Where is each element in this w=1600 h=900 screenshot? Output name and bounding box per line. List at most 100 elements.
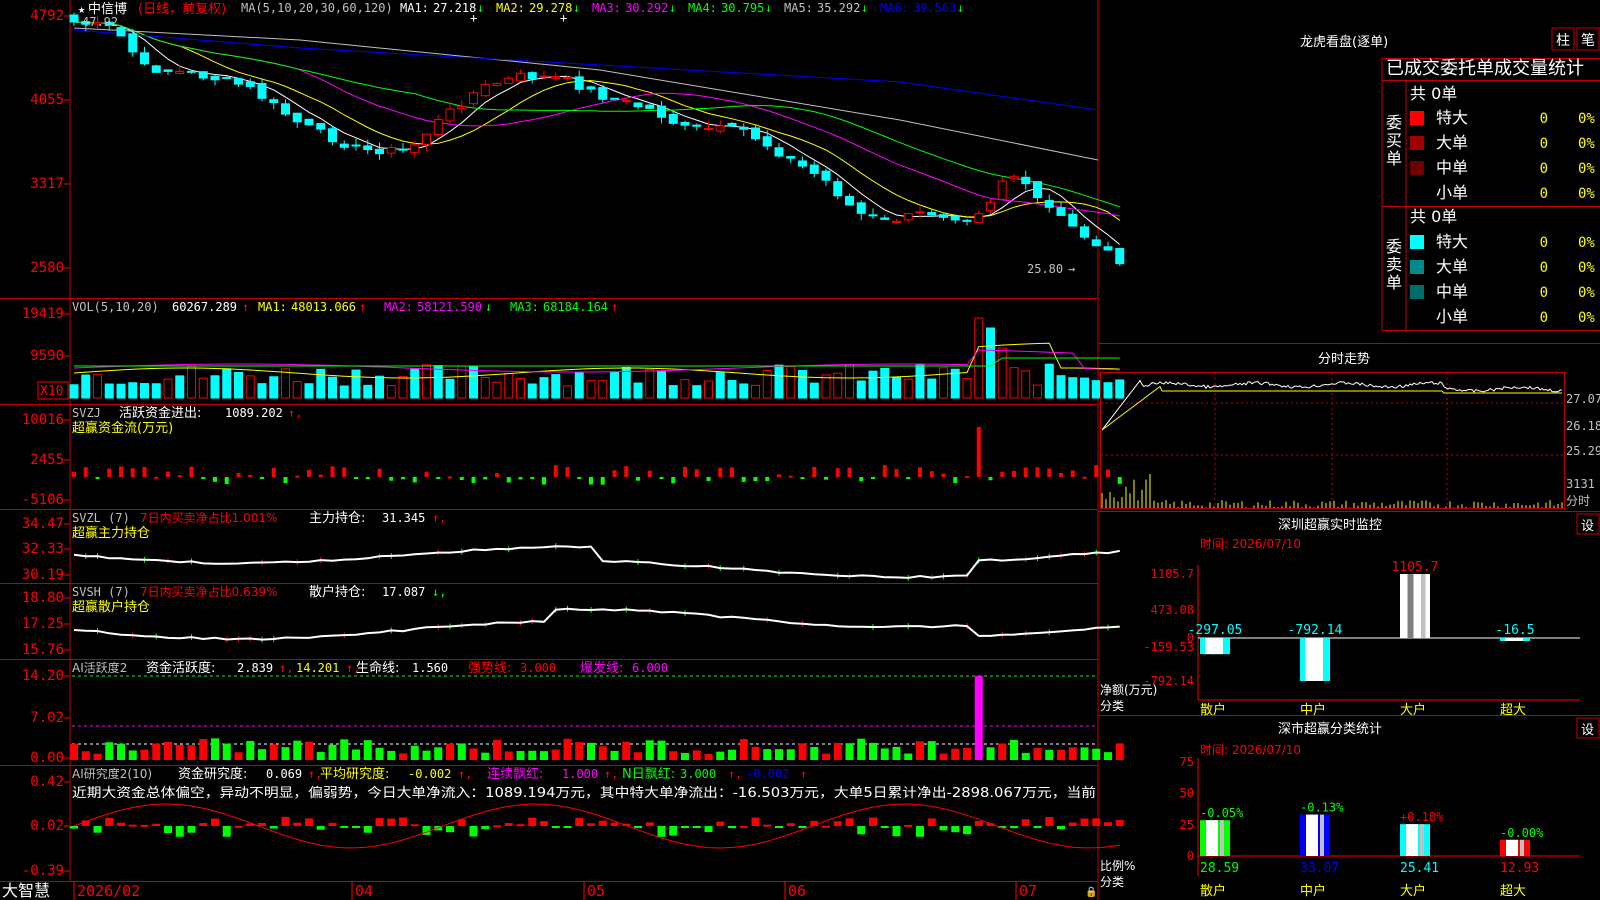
- candle: [339, 143, 349, 148]
- research-bar: [1010, 826, 1018, 829]
- flow-bar: [741, 477, 746, 482]
- sz-monitor-settings-button[interactable]: 设: [1576, 513, 1600, 535]
- ai2-title: AI研究度2(10): [72, 766, 152, 781]
- research-bar: [164, 826, 172, 834]
- activity-bar: [810, 747, 819, 760]
- candle: [1068, 213, 1078, 227]
- ai-research-panel[interactable]: 0.42 0.02 -0.39 AI研究度2(10) 资金研究度: 0.069 ↑,…: [22, 766, 1124, 879]
- candle: [668, 113, 678, 124]
- research-bar: [152, 823, 161, 826]
- candle: [1056, 207, 1066, 216]
- row-swatch: [1410, 161, 1424, 175]
- volume-bar: [257, 383, 267, 399]
- y-tick-label: 10016: [22, 412, 64, 428]
- kline-candles[interactable]: [69, 12, 1125, 266]
- research-bar: [880, 826, 889, 828]
- sz-class-settings-button[interactable]: 设: [1576, 717, 1600, 739]
- candle: [316, 123, 326, 130]
- candle: [269, 99, 279, 104]
- vol-value: 60267.289: [172, 300, 237, 314]
- row-swatch: [1410, 310, 1424, 324]
- volume-bar: [104, 383, 114, 399]
- flow-bar: [189, 466, 194, 477]
- bar-mode-button[interactable]: 柱: [1551, 27, 1575, 51]
- candle: [1115, 248, 1125, 265]
- candle: [997, 180, 1007, 200]
- activity-bar: [222, 743, 231, 760]
- y-tick-label: 9590: [30, 348, 64, 364]
- flow-bar: [894, 469, 899, 477]
- svzl-arrow-icon: ↑,: [432, 511, 446, 525]
- vol-ma-arrow: ↑: [611, 300, 618, 314]
- volume-bar: [598, 380, 608, 399]
- ma-legend-value: 35.292: [817, 1, 860, 15]
- activity-bar: [457, 743, 466, 760]
- research-bar: [857, 826, 866, 835]
- ai1-value1: 2.839: [237, 661, 273, 675]
- svzl-panel[interactable]: 34.4732.3330.19 SVZL (7) 7日内买卖净占比1.001% …: [22, 510, 1120, 583]
- research-bar: [328, 822, 337, 826]
- ma-legend-arrow: ↓: [573, 1, 580, 15]
- ma-legend-arrow: ↓: [477, 1, 484, 15]
- y-tick-label: 18.80: [22, 590, 64, 606]
- volume-bar: [668, 385, 678, 399]
- row-percent: 0%: [1578, 136, 1595, 152]
- volume-bar: [751, 384, 760, 399]
- flow-bar: [671, 477, 676, 484]
- intraday-y2: 26.18: [1566, 419, 1600, 433]
- research-bar: [786, 823, 795, 826]
- longhu-panel[interactable]: 龙虎看盘(逐单) 柱 笔 已成交委托单成交量统计 共 0单 共 0单 委买单 委…: [1300, 27, 1600, 326]
- research-bar: [845, 818, 854, 826]
- activity-bar: [375, 747, 384, 760]
- volume-bar: [445, 378, 455, 399]
- activity-bar: [763, 749, 772, 760]
- volume-bar: [175, 375, 185, 399]
- research-bar: [739, 825, 748, 828]
- flow-bar: [448, 476, 452, 479]
- volume-bar: [715, 372, 725, 399]
- candle: [445, 108, 455, 122]
- svzj-panel[interactable]: 100162455-5106 SVZJ 活跃资金进出: 1089.202 ↑, …: [22, 405, 1122, 508]
- candle: [457, 105, 467, 110]
- research-bar: [258, 822, 266, 826]
- ai-activity-panel[interactable]: 14.20 7.02 0.00 AI活跃度2 资金活跃度: 2.839 ↑, 14.…: [22, 660, 1124, 766]
- flow-bar: [1035, 467, 1040, 477]
- activity-bar: [1021, 752, 1030, 760]
- tick-mode-button[interactable]: 笔: [1576, 27, 1600, 51]
- svsh-panel[interactable]: 18.8017.2515.76 SVSH (7) 7日内买卖净占比0.639% …: [22, 584, 1120, 658]
- volume-bar: [81, 374, 91, 399]
- research-bar: [305, 818, 313, 826]
- activity-bar: [316, 751, 325, 760]
- sz-class-panel[interactable]: 深市超赢分类统计 设 时间: 2026/07/10 75 50 25 0 -0.05% 2…: [1100, 717, 1600, 899]
- activity-bar: [587, 742, 595, 760]
- candle: [410, 144, 420, 153]
- volume-bar: [1056, 375, 1066, 399]
- activity-bar: [775, 749, 783, 760]
- flow-bar: [659, 477, 664, 479]
- volume-panel[interactable]: 19419 9590 VOL(5,10,20) 60267.289 ↑ MA1: 4…: [22, 300, 1125, 400]
- activity-bar: [269, 744, 278, 760]
- candle: [610, 97, 619, 100]
- svzj-subtitle: 超赢资金流(万元): [72, 420, 173, 436]
- row-volume: 0: [1540, 235, 1548, 251]
- activity-bar: [822, 753, 830, 760]
- szm-bar-stripe: [1505, 638, 1523, 641]
- flow-bar: [318, 474, 323, 477]
- longhu-title: 龙虎看盘(逐单): [1300, 34, 1388, 50]
- sz-monitor-panel[interactable]: 深圳超赢实时监控 设 时间: 2026/07/10 1105.7473.080-…: [1100, 513, 1600, 718]
- research-bar: [587, 823, 595, 826]
- lock-icon[interactable]: 🔒: [1085, 886, 1097, 898]
- kline-panel[interactable]: 4792405533172580 ★ 中信博 (日线，前复权) MA(5,10,…: [30, 1, 1125, 276]
- activity-bar: [716, 751, 725, 760]
- research-bar: [692, 826, 701, 828]
- svzl-hold-label: 主力持仓:: [309, 511, 365, 526]
- flow-bar: [777, 474, 781, 477]
- svsh-arrow-icon: ↓,: [432, 585, 446, 599]
- research-bar: [493, 825, 501, 828]
- intraday-panel[interactable]: 分时走势 27.07 26.18 25.29 3131 分时: [1100, 351, 1600, 509]
- ai1-label1: 资金活跃度:: [146, 660, 215, 676]
- szc-bar-stripe: [1220, 820, 1224, 856]
- ai1-value5: 6.000: [632, 661, 668, 675]
- candle: [621, 100, 631, 103]
- candle: [645, 104, 655, 109]
